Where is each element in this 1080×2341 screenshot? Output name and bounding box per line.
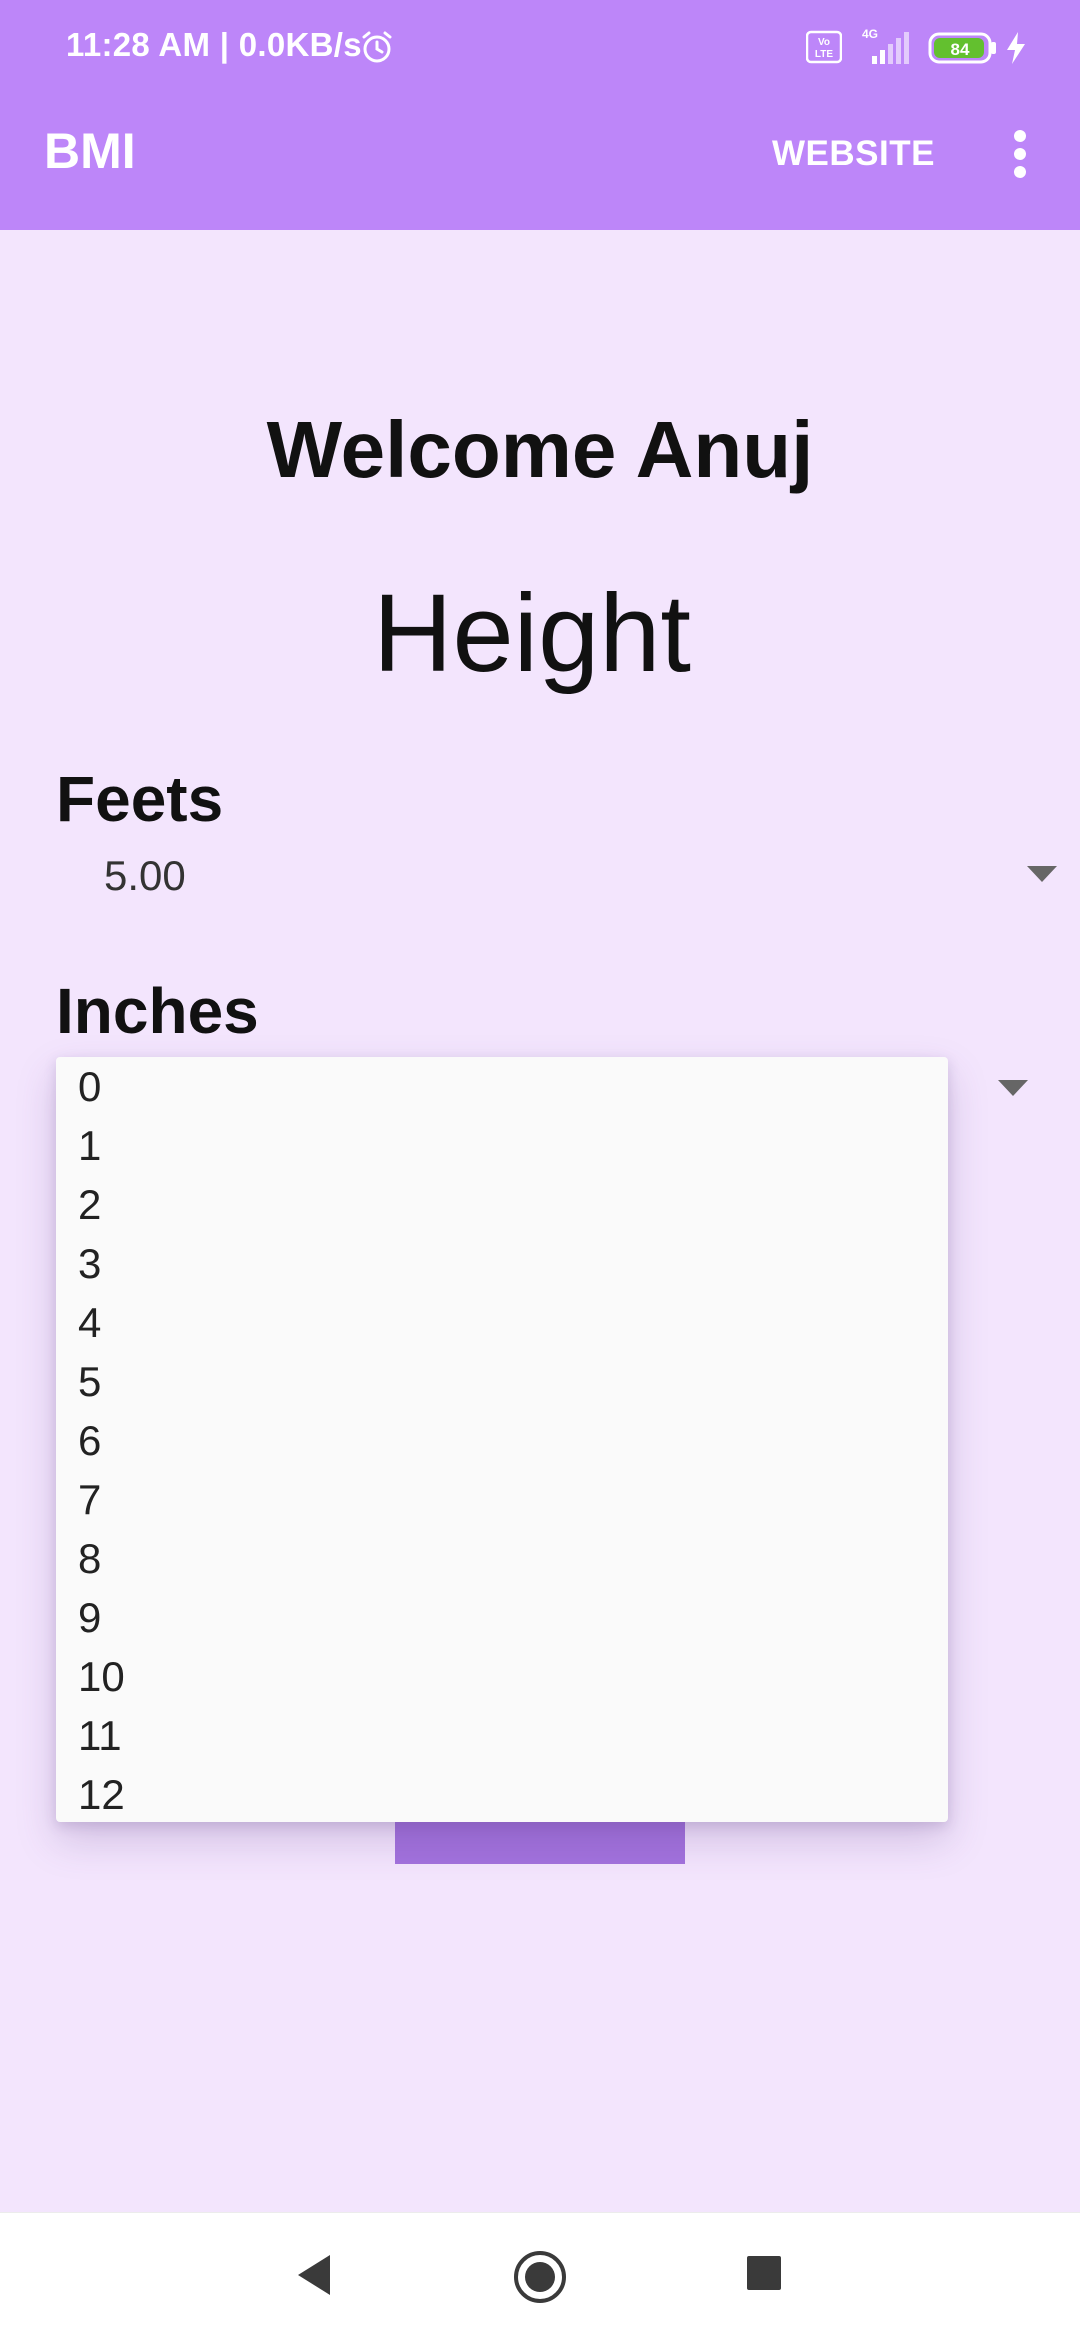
dropdown-item[interactable]: 2 <box>78 1175 101 1234</box>
feets-spinner[interactable]: 5.00 <box>104 852 186 900</box>
dropdown-item[interactable]: 12 <box>78 1765 125 1824</box>
back-icon[interactable] <box>296 2253 332 2297</box>
battery-icon: 84 <box>928 32 996 64</box>
inches-dropdown-menu: 0 1 2 3 4 5 6 7 8 9 10 11 12 <box>56 1057 948 1822</box>
status-time: 11:28 AM | 0.0KB/s <box>66 26 362 63</box>
svg-text:Vo: Vo <box>818 37 830 48</box>
status-bar: 11:28 AM | 0.0KB/s Vo LTE 4G 84 <box>0 0 1080 96</box>
dropdown-item[interactable]: 7 <box>78 1470 101 1529</box>
dropdown-item[interactable]: 10 <box>78 1647 125 1706</box>
height-title: Height <box>373 572 691 695</box>
app-title: BMI <box>44 123 136 179</box>
feets-label: Feets <box>56 763 224 835</box>
feets-dropdown-arrow-icon[interactable] <box>1027 866 1057 884</box>
navigation-bar <box>0 2212 1080 2341</box>
signal-icon: 4G <box>862 27 909 64</box>
inches-label: Inches <box>56 975 259 1047</box>
welcome-heading: Welcome Anuj <box>266 405 814 494</box>
dropdown-item[interactable]: 1 <box>78 1116 101 1175</box>
dropdown-item[interactable]: 3 <box>78 1234 101 1293</box>
dropdown-item[interactable]: 4 <box>78 1293 101 1352</box>
dropdown-item[interactable]: 5 <box>78 1352 101 1411</box>
recents-icon[interactable] <box>746 2255 782 2291</box>
website-button[interactable]: WEBSITE <box>772 134 935 174</box>
charging-icon <box>1007 32 1025 64</box>
dropdown-item[interactable]: 6 <box>78 1411 101 1470</box>
home-icon[interactable] <box>512 2249 568 2305</box>
battery-level: 84 <box>951 40 970 59</box>
more-vert-icon[interactable] <box>1000 124 1040 184</box>
volte-icon: Vo LTE <box>806 30 842 64</box>
dropdown-item[interactable]: 0 <box>78 1057 101 1116</box>
inches-dropdown-arrow-icon[interactable] <box>998 1080 1028 1098</box>
network-type: 4G <box>862 27 878 41</box>
alarm-icon <box>362 31 392 63</box>
dropdown-item[interactable]: 8 <box>78 1529 101 1588</box>
dropdown-item[interactable]: 9 <box>78 1588 101 1647</box>
dropdown-item[interactable]: 11 <box>78 1706 122 1765</box>
calculate-button[interactable] <box>395 1820 685 1864</box>
svg-text:LTE: LTE <box>815 49 833 60</box>
